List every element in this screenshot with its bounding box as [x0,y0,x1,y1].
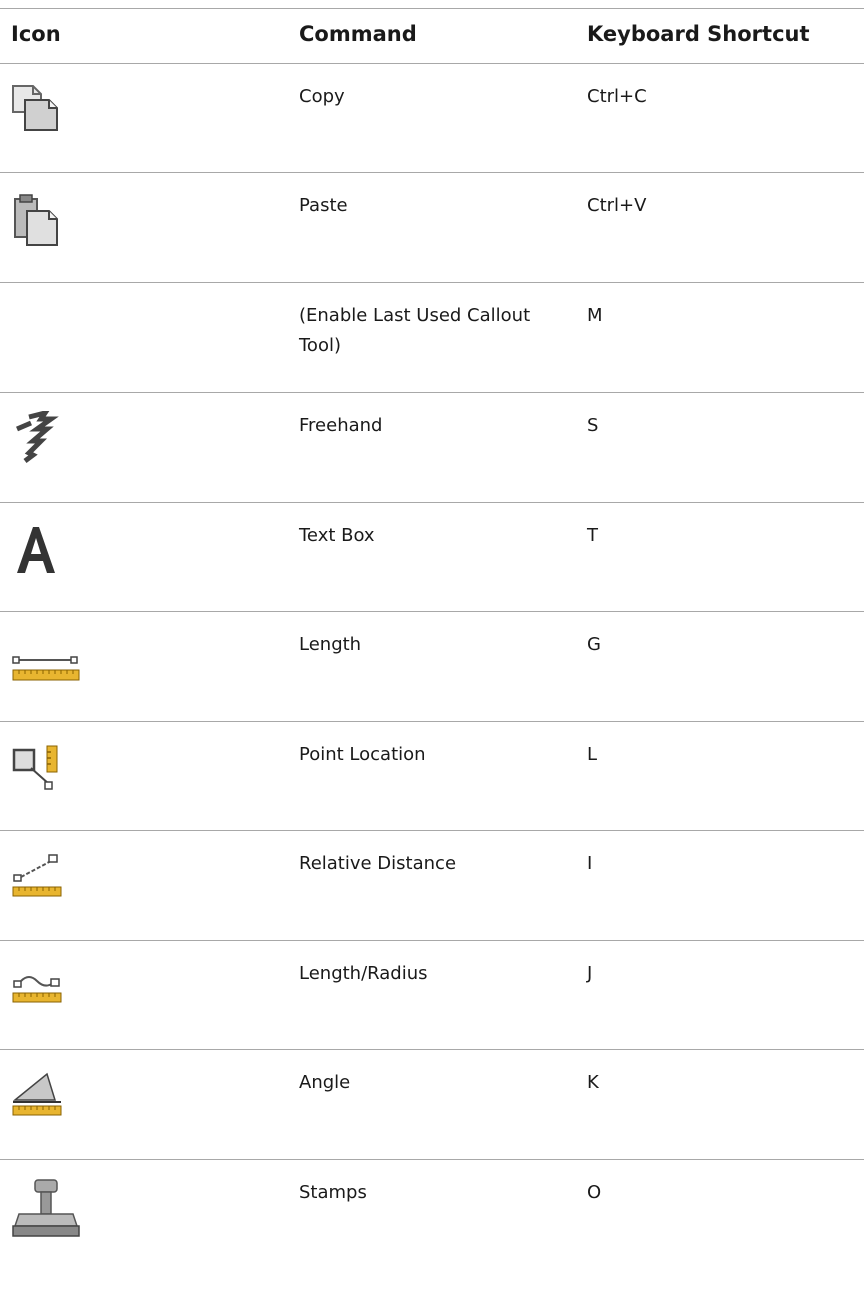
command-label: Angle [299,1072,351,1093]
stamps-icon [11,1178,81,1252]
command-label: Paste [299,195,348,216]
shortcut-label: G [587,634,601,655]
command-label: Length [299,634,362,655]
shortcut-label: S [587,415,599,436]
header-icon: Icon [11,22,61,46]
shortcut-label: O [587,1182,602,1203]
shortcut-table: Icon Command Keyboard Shortcut Copy Ctrl… [0,8,864,1290]
command-label: Relative Distance [299,853,457,874]
command-label: (Enable Last Used Callout Tool) [299,305,531,356]
command-label: Point Location [299,744,426,765]
header-shortcut: Keyboard Shortcut [587,22,810,46]
command-label: Stamps [299,1182,367,1203]
shortcut-label: Ctrl+C [587,86,647,107]
header-command: Command [299,22,417,46]
table-row: Point Location L [0,722,864,831]
table-row: Copy Ctrl+C [0,64,864,173]
shortcut-label: L [587,744,598,765]
shortcut-label: M [587,305,603,326]
table-row: Length G [0,612,864,722]
command-label: Text Box [299,525,375,546]
table-row: Angle K [0,1050,864,1160]
length-radius-icon [11,959,65,1017]
table-row: Length/Radius J [0,941,864,1050]
text-box-icon [11,521,61,581]
angle-icon [11,1068,65,1126]
table-header: Icon Command Keyboard Shortcut [0,8,864,64]
shortcut-label: J [587,963,593,984]
shortcut-label: I [587,853,593,874]
command-label: Freehand [299,415,383,436]
table-row: Freehand S [0,393,864,503]
length-icon [11,630,81,690]
freehand-icon [11,409,61,469]
shortcut-label: Ctrl+V [587,195,647,216]
table-row: Text Box T [0,503,864,612]
shortcut-label: K [587,1072,599,1093]
command-label: Copy [299,86,345,107]
relative-distance-icon [11,849,65,907]
point-location-icon [11,740,65,798]
command-label: Length/Radius [299,963,428,984]
shortcut-label: T [587,525,598,546]
table-row: (Enable Last Used Callout Tool) M [0,283,864,393]
paste-icon [11,191,65,255]
table-row: Paste Ctrl+V [0,173,864,283]
table-row: Stamps O [0,1160,864,1290]
table-row: Relative Distance I [0,831,864,941]
copy-icon [11,82,65,140]
